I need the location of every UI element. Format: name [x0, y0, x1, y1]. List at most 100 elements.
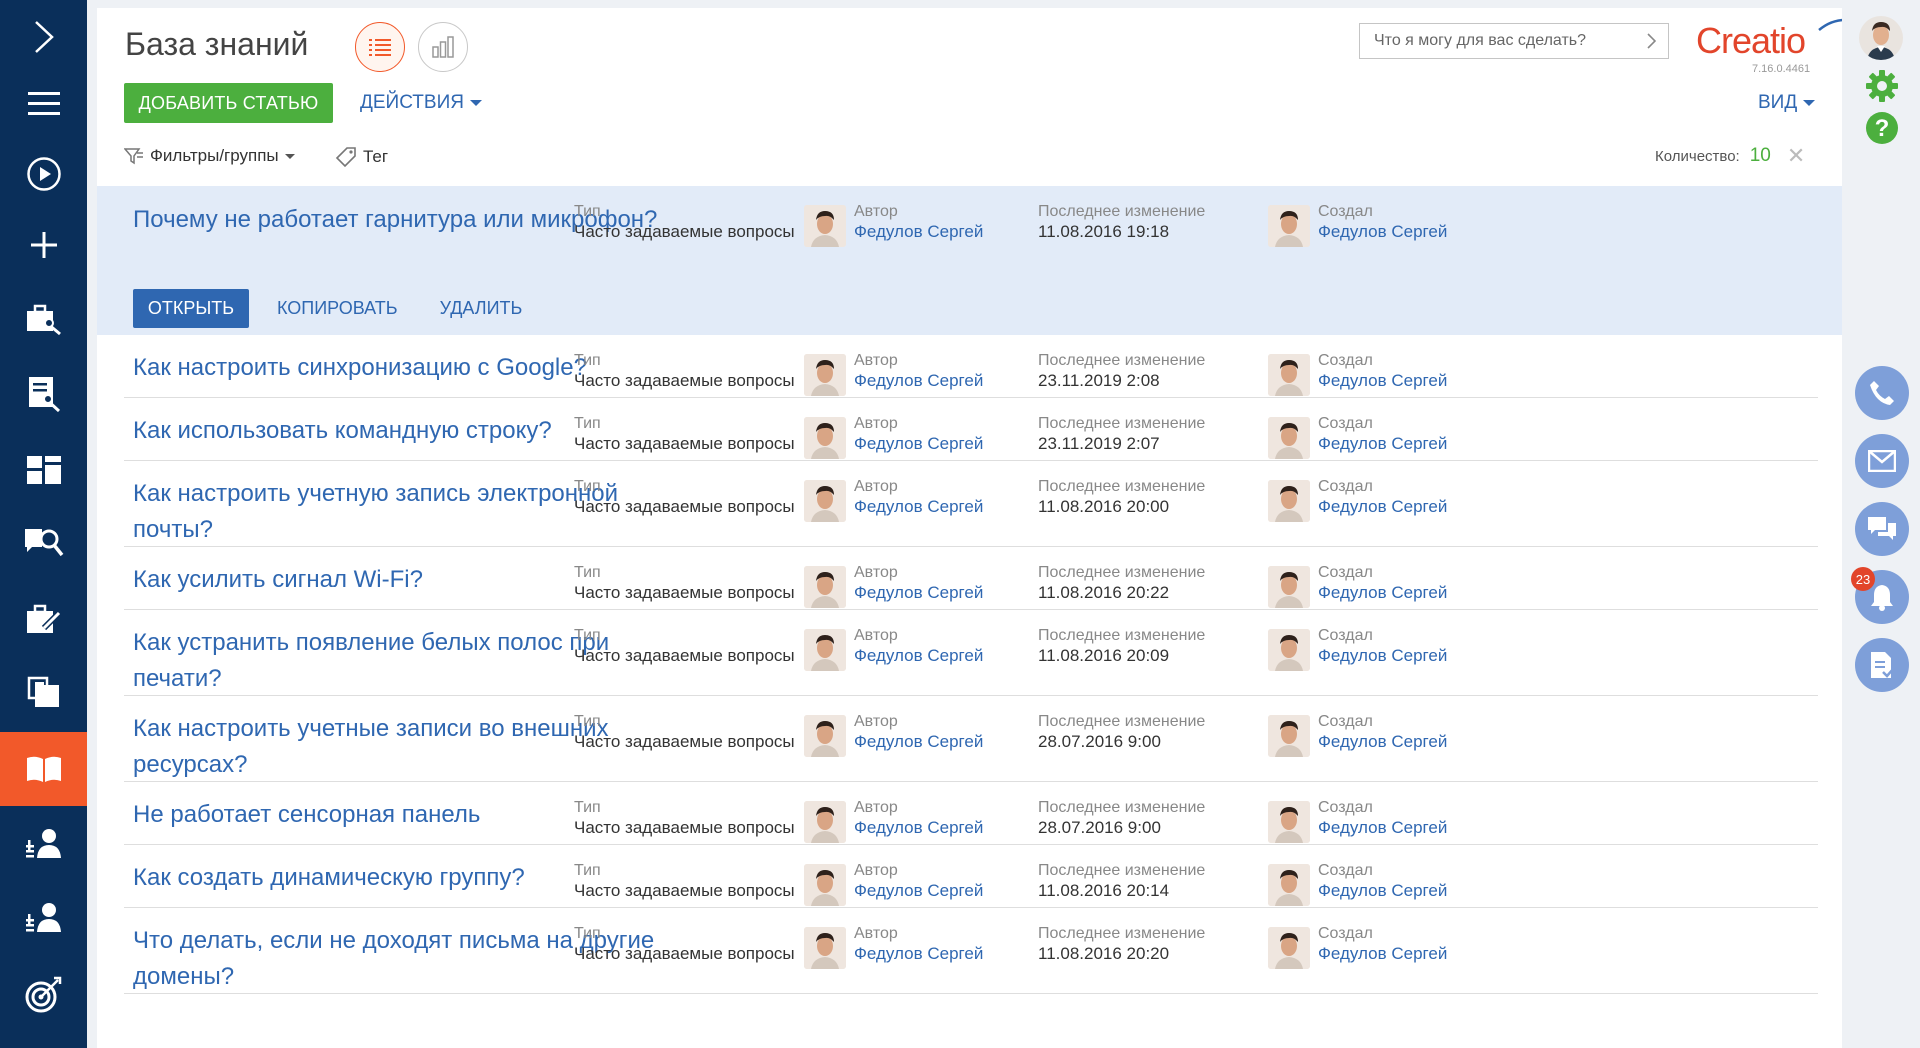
tag-button[interactable]: Тег	[335, 146, 388, 168]
author-link[interactable]: Федулов Сергей	[854, 646, 983, 666]
view-dropdown[interactable]: ВИД	[1758, 92, 1816, 114]
table-row[interactable]: Как создать динамическую группу? Тип Час…	[97, 845, 1842, 908]
knowledge-search-icon	[24, 529, 63, 557]
documents-icon	[27, 676, 59, 707]
user-profile-avatar[interactable]	[1859, 16, 1903, 60]
table-row[interactable]: Как усилить сигнал Wi-Fi? Тип Часто зада…	[97, 547, 1842, 610]
nav-goals[interactable]	[0, 958, 87, 1032]
table-row[interactable]: Почему не работает гарнитура или микрофо…	[97, 186, 1842, 335]
table-row[interactable]: Как устранить появление белых полос при …	[97, 610, 1842, 696]
dashboard-icon	[26, 456, 61, 484]
author-link[interactable]: Федулов Сергей	[854, 944, 983, 964]
table-row[interactable]: Как настроить учетную запись электронной…	[97, 461, 1842, 547]
created-by-column-label: Создал	[1318, 203, 1373, 220]
user-list-2-icon	[25, 903, 61, 932]
created-by-link[interactable]: Федулов Сергей	[1318, 497, 1447, 517]
open-button[interactable]: ОТКРЫТЬ	[133, 289, 249, 328]
feed-button[interactable]	[1855, 502, 1909, 556]
author-link[interactable]: Федулов Сергей	[854, 497, 983, 517]
author-avatar	[804, 715, 846, 757]
nav-documents[interactable]	[0, 357, 87, 431]
author-link[interactable]: Федулов Сергей	[854, 583, 983, 603]
analytics-view-button[interactable]	[418, 22, 468, 72]
avatar	[1859, 16, 1903, 60]
author-column-label: Автор	[854, 478, 898, 495]
list-view-button[interactable]	[355, 22, 405, 72]
delete-button[interactable]: УДАЛИТЬ	[440, 298, 523, 319]
modified-column-label: Последнее изменение	[1038, 713, 1206, 730]
main-menu-button[interactable]	[0, 67, 87, 141]
system-designer-button[interactable]	[1866, 70, 1898, 102]
sales-assistant-button[interactable]	[1855, 638, 1909, 692]
nav-dashboards[interactable]	[0, 433, 87, 507]
creator-avatar	[1268, 354, 1310, 396]
nav-cases[interactable]	[0, 282, 87, 356]
created-by-link[interactable]: Федулов Сергей	[1318, 222, 1447, 242]
filters-groups-button[interactable]: Фильтры/группы	[124, 146, 295, 166]
author-link[interactable]: Федулов Сергей	[854, 371, 983, 391]
table-row[interactable]: Не работает сенсорная панель Тип Часто з…	[97, 782, 1842, 845]
add-button[interactable]	[0, 208, 87, 282]
actions-dropdown[interactable]: ДЕЙСТВИЯ	[360, 92, 482, 114]
created-by-link[interactable]: Федулов Сергей	[1318, 944, 1447, 964]
avatar-image	[1268, 629, 1310, 671]
phone-icon	[1870, 381, 1894, 405]
expand-menu-button[interactable]	[0, 0, 87, 74]
nav-knowledge-base[interactable]	[0, 732, 87, 806]
type-value: Часто задаваемые вопросы	[574, 497, 795, 516]
gear-icon	[1866, 70, 1898, 102]
author-avatar	[804, 566, 846, 608]
author-link[interactable]: Федулов Сергей	[854, 881, 983, 901]
nav-knowledge-search[interactable]	[0, 506, 87, 580]
created-by-link[interactable]: Федулов Сергей	[1318, 371, 1447, 391]
process-button[interactable]	[0, 137, 87, 211]
nav-case-edit[interactable]	[0, 582, 87, 656]
created-by-link[interactable]: Федулов Сергей	[1318, 732, 1447, 752]
table-row[interactable]: Как использовать командную строку? Тип Ч…	[97, 398, 1842, 461]
avatar-image	[1268, 566, 1310, 608]
author-link[interactable]: Федулов Сергей	[854, 434, 983, 454]
author-link[interactable]: Федулов Сергей	[854, 732, 983, 752]
right-panel: ? 23	[1842, 0, 1920, 1048]
avatar-image	[1268, 354, 1310, 396]
command-line-placeholder: Что я могу для вас сделать?	[1374, 32, 1587, 49]
created-by-link[interactable]: Федулов Сергей	[1318, 881, 1447, 901]
table-row[interactable]: Как настроить синхронизацию с Google? Ти…	[97, 335, 1842, 398]
author-avatar	[804, 417, 846, 459]
created-by-link[interactable]: Федулов Сергей	[1318, 646, 1447, 666]
avatar-image	[1268, 801, 1310, 843]
author-link[interactable]: Федулов Сергей	[854, 818, 983, 838]
add-article-button[interactable]: ДОБАВИТЬ СТАТЬЮ	[124, 83, 333, 123]
call-center-button[interactable]	[1855, 366, 1909, 420]
help-button[interactable]: ?	[1866, 112, 1898, 144]
nav-contacts-2[interactable]	[0, 880, 87, 954]
created-by-link[interactable]: Федулов Сергей	[1318, 434, 1447, 454]
table-row[interactable]: Что делать, если не доходят письма на др…	[97, 908, 1842, 994]
copy-button[interactable]: КОПИРОВАТЬ	[277, 298, 398, 319]
modified-value: 28.07.2016 9:00	[1038, 732, 1161, 751]
author-link[interactable]: Федулов Сергей	[854, 222, 983, 242]
table-row[interactable]: Как настроить учетные записи во внешних …	[97, 696, 1842, 782]
nav-documents-stack[interactable]	[0, 656, 87, 730]
nav-contacts[interactable]	[0, 806, 87, 880]
creatio-logo: Creatio	[1696, 20, 1806, 61]
author-column-label: Автор	[854, 925, 898, 942]
type-column-label: Тип	[574, 415, 601, 432]
created-by-column-label: Создал	[1318, 713, 1373, 730]
chevron-right-icon	[34, 21, 54, 53]
created-by-link[interactable]: Федулов Сергей	[1318, 583, 1447, 603]
row-divider	[124, 993, 1818, 994]
document-tools-icon	[28, 377, 60, 412]
created-by-link[interactable]: Федулов Сергей	[1318, 818, 1447, 838]
command-line-input[interactable]: Что я могу для вас сделать?	[1359, 23, 1669, 59]
email-button[interactable]	[1855, 434, 1909, 488]
author-column-label: Автор	[854, 415, 898, 432]
list-icon	[369, 39, 391, 56]
author-column-label: Автор	[854, 564, 898, 581]
author-column-label: Автор	[854, 627, 898, 644]
left-navigation	[0, 0, 87, 1048]
avatar-image	[1268, 480, 1310, 522]
creator-avatar	[1268, 629, 1310, 671]
modified-value: 28.07.2016 9:00	[1038, 818, 1161, 837]
close-icon[interactable]: ✕	[1787, 143, 1805, 169]
